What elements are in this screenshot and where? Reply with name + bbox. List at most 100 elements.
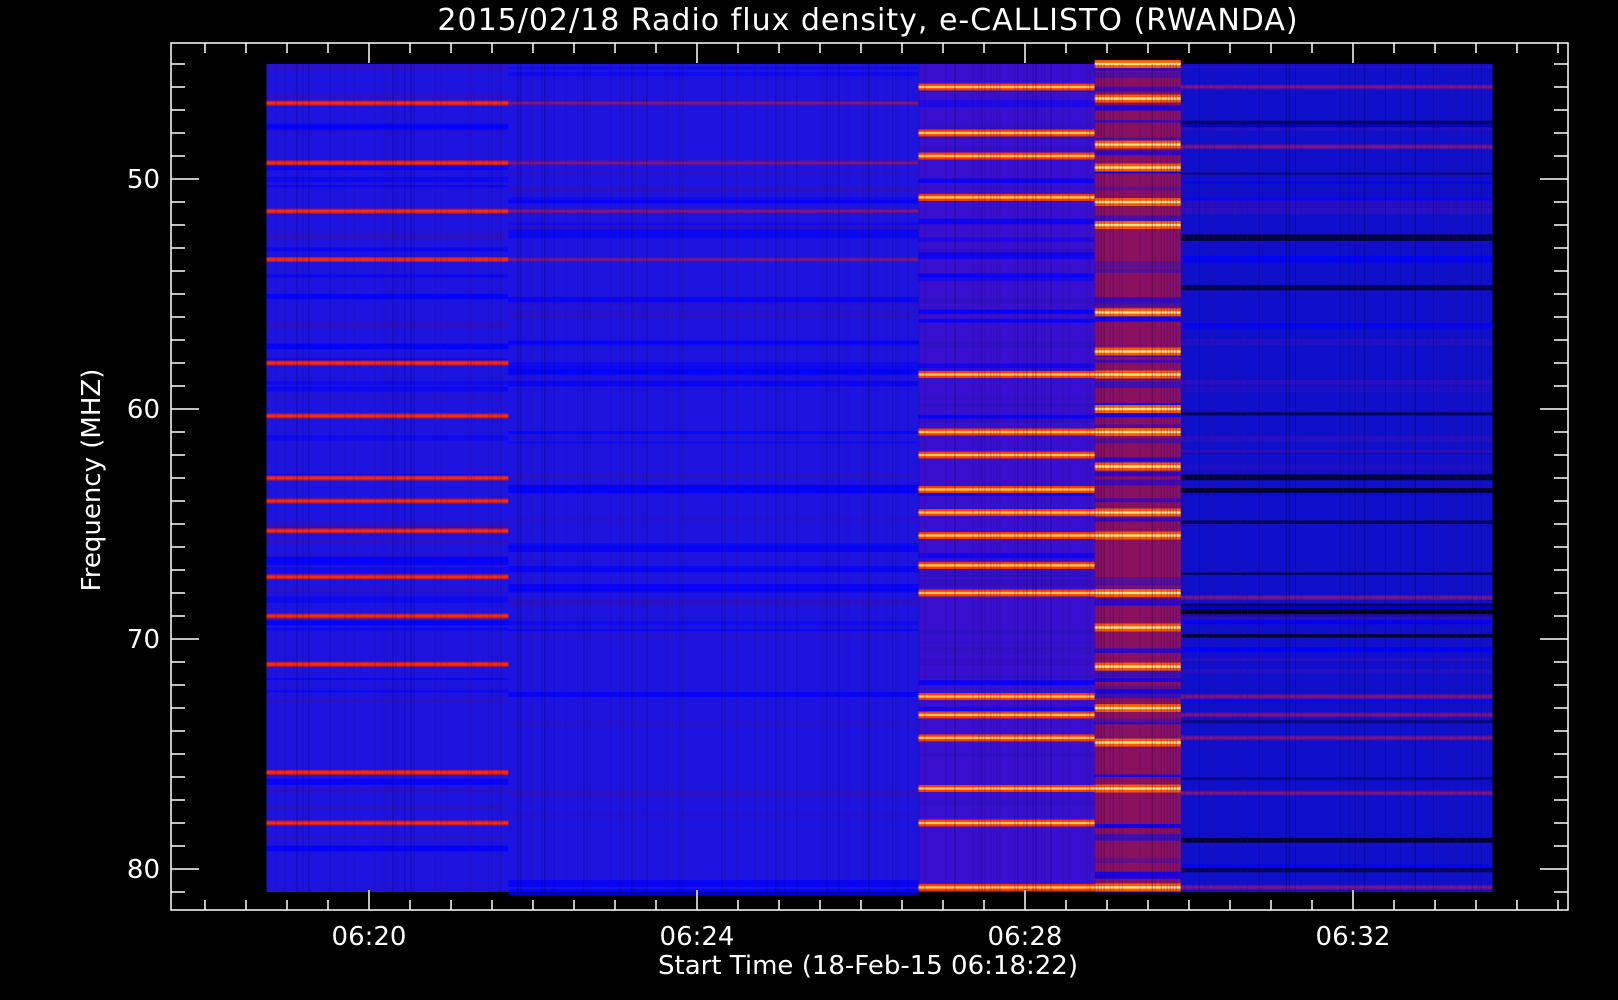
scanline bbox=[924, 64, 926, 892]
scanline bbox=[374, 64, 376, 892]
emission-band-core bbox=[1094, 166, 1181, 169]
spectrogram-chart: 2015/02/18 Radio flux density, e-CALLIST… bbox=[0, 0, 1618, 1000]
emission-band-core bbox=[1094, 350, 1181, 353]
texture-stripe bbox=[918, 218, 1095, 225]
scanline bbox=[972, 64, 974, 892]
texture-stripe bbox=[1180, 450, 1493, 454]
scanline bbox=[631, 64, 633, 892]
scanline bbox=[1363, 64, 1365, 892]
scanline bbox=[954, 64, 956, 892]
scanline bbox=[467, 64, 469, 892]
texture-stripe bbox=[1180, 867, 1493, 873]
scanline bbox=[999, 64, 1001, 892]
texture-stripe bbox=[918, 146, 1095, 152]
emission-band-core bbox=[918, 564, 1095, 567]
emission-band-core bbox=[918, 591, 1095, 595]
x-tick-label: 06:24 bbox=[660, 922, 735, 952]
scanline bbox=[1017, 64, 1019, 892]
texture-stripe bbox=[918, 363, 1095, 369]
scanline bbox=[1198, 64, 1200, 892]
scanline bbox=[820, 64, 822, 892]
scanline bbox=[1112, 64, 1114, 892]
scanline bbox=[1357, 64, 1359, 892]
texture-stripe bbox=[1180, 488, 1493, 493]
texture-stripe bbox=[1094, 359, 1181, 363]
texture-stripe bbox=[918, 275, 1095, 282]
scanline bbox=[1414, 64, 1416, 892]
texture-stripe bbox=[1180, 380, 1493, 385]
texture-stripe bbox=[1180, 200, 1493, 207]
scanline bbox=[1246, 64, 1248, 892]
scanline bbox=[736, 64, 738, 892]
scanline bbox=[1086, 64, 1088, 892]
texture-stripe bbox=[918, 309, 1095, 314]
scanline bbox=[1151, 64, 1153, 892]
scanline bbox=[308, 64, 310, 892]
texture-stripe bbox=[1094, 689, 1181, 694]
scanline bbox=[892, 64, 894, 892]
scanline bbox=[482, 64, 484, 892]
texture-stripe bbox=[918, 658, 1095, 665]
scanline bbox=[589, 64, 591, 892]
scanline bbox=[404, 64, 406, 892]
emission-band-core bbox=[918, 886, 1095, 889]
scanline bbox=[984, 64, 986, 892]
scanline bbox=[1204, 64, 1206, 892]
scanline bbox=[981, 64, 983, 892]
x-tick-label: 06:28 bbox=[988, 922, 1063, 952]
texture-stripe bbox=[918, 647, 1095, 655]
texture-stripe bbox=[508, 71, 919, 77]
scanline bbox=[883, 64, 885, 892]
texture-stripe bbox=[508, 171, 919, 176]
texture-stripe bbox=[508, 691, 919, 697]
scanline bbox=[1240, 64, 1242, 892]
spectrogram-heatmap bbox=[266, 60, 1493, 896]
scanline bbox=[1097, 64, 1099, 892]
texture-stripe bbox=[1180, 464, 1493, 471]
texture-stripe bbox=[508, 381, 919, 387]
emission-band-core bbox=[918, 534, 1095, 537]
scanline bbox=[1480, 64, 1482, 892]
scanline bbox=[284, 64, 286, 892]
texture-stripe bbox=[508, 788, 919, 795]
texture-stripe bbox=[1180, 234, 1493, 241]
scanline bbox=[622, 64, 624, 892]
scanline bbox=[978, 64, 980, 892]
scanline bbox=[1486, 64, 1488, 892]
texture-stripe bbox=[508, 235, 919, 239]
scanline bbox=[996, 64, 998, 892]
scanline bbox=[529, 64, 531, 892]
texture-stripe bbox=[1094, 858, 1181, 863]
texture-stripe bbox=[508, 302, 919, 305]
texture-stripe bbox=[1094, 598, 1181, 606]
emission-band-core bbox=[1180, 791, 1493, 795]
texture-stripe bbox=[1094, 519, 1181, 522]
texture-stripe bbox=[1180, 605, 1493, 610]
y-axis-title: Frequency (MHZ) bbox=[77, 369, 107, 592]
texture-stripe bbox=[1180, 720, 1493, 724]
texture-stripe bbox=[508, 634, 919, 641]
texture-stripe bbox=[1094, 471, 1181, 477]
scanline bbox=[898, 64, 900, 892]
texture-stripe bbox=[918, 396, 1095, 400]
scanline bbox=[724, 64, 726, 892]
texture-stripe bbox=[1094, 120, 1181, 123]
scanline bbox=[473, 64, 475, 892]
scanline bbox=[577, 64, 579, 892]
emission-band-core bbox=[508, 161, 919, 165]
chart-title: 2015/02/18 Radio flux density, e-CALLIST… bbox=[437, 3, 1298, 38]
emission-band-core bbox=[918, 196, 1095, 199]
scanline bbox=[586, 64, 588, 892]
texture-stripe bbox=[918, 418, 1095, 423]
scanline bbox=[865, 64, 867, 892]
scanline bbox=[868, 64, 870, 892]
texture-stripe bbox=[918, 100, 1095, 107]
texture-stripe bbox=[1180, 65, 1493, 68]
scanline bbox=[1288, 64, 1290, 892]
texture-stripe bbox=[1180, 259, 1493, 264]
texture-stripe bbox=[1180, 322, 1493, 329]
scanline bbox=[517, 64, 519, 892]
scanline bbox=[778, 64, 780, 892]
scanline bbox=[679, 64, 681, 892]
scanline bbox=[1231, 64, 1233, 892]
